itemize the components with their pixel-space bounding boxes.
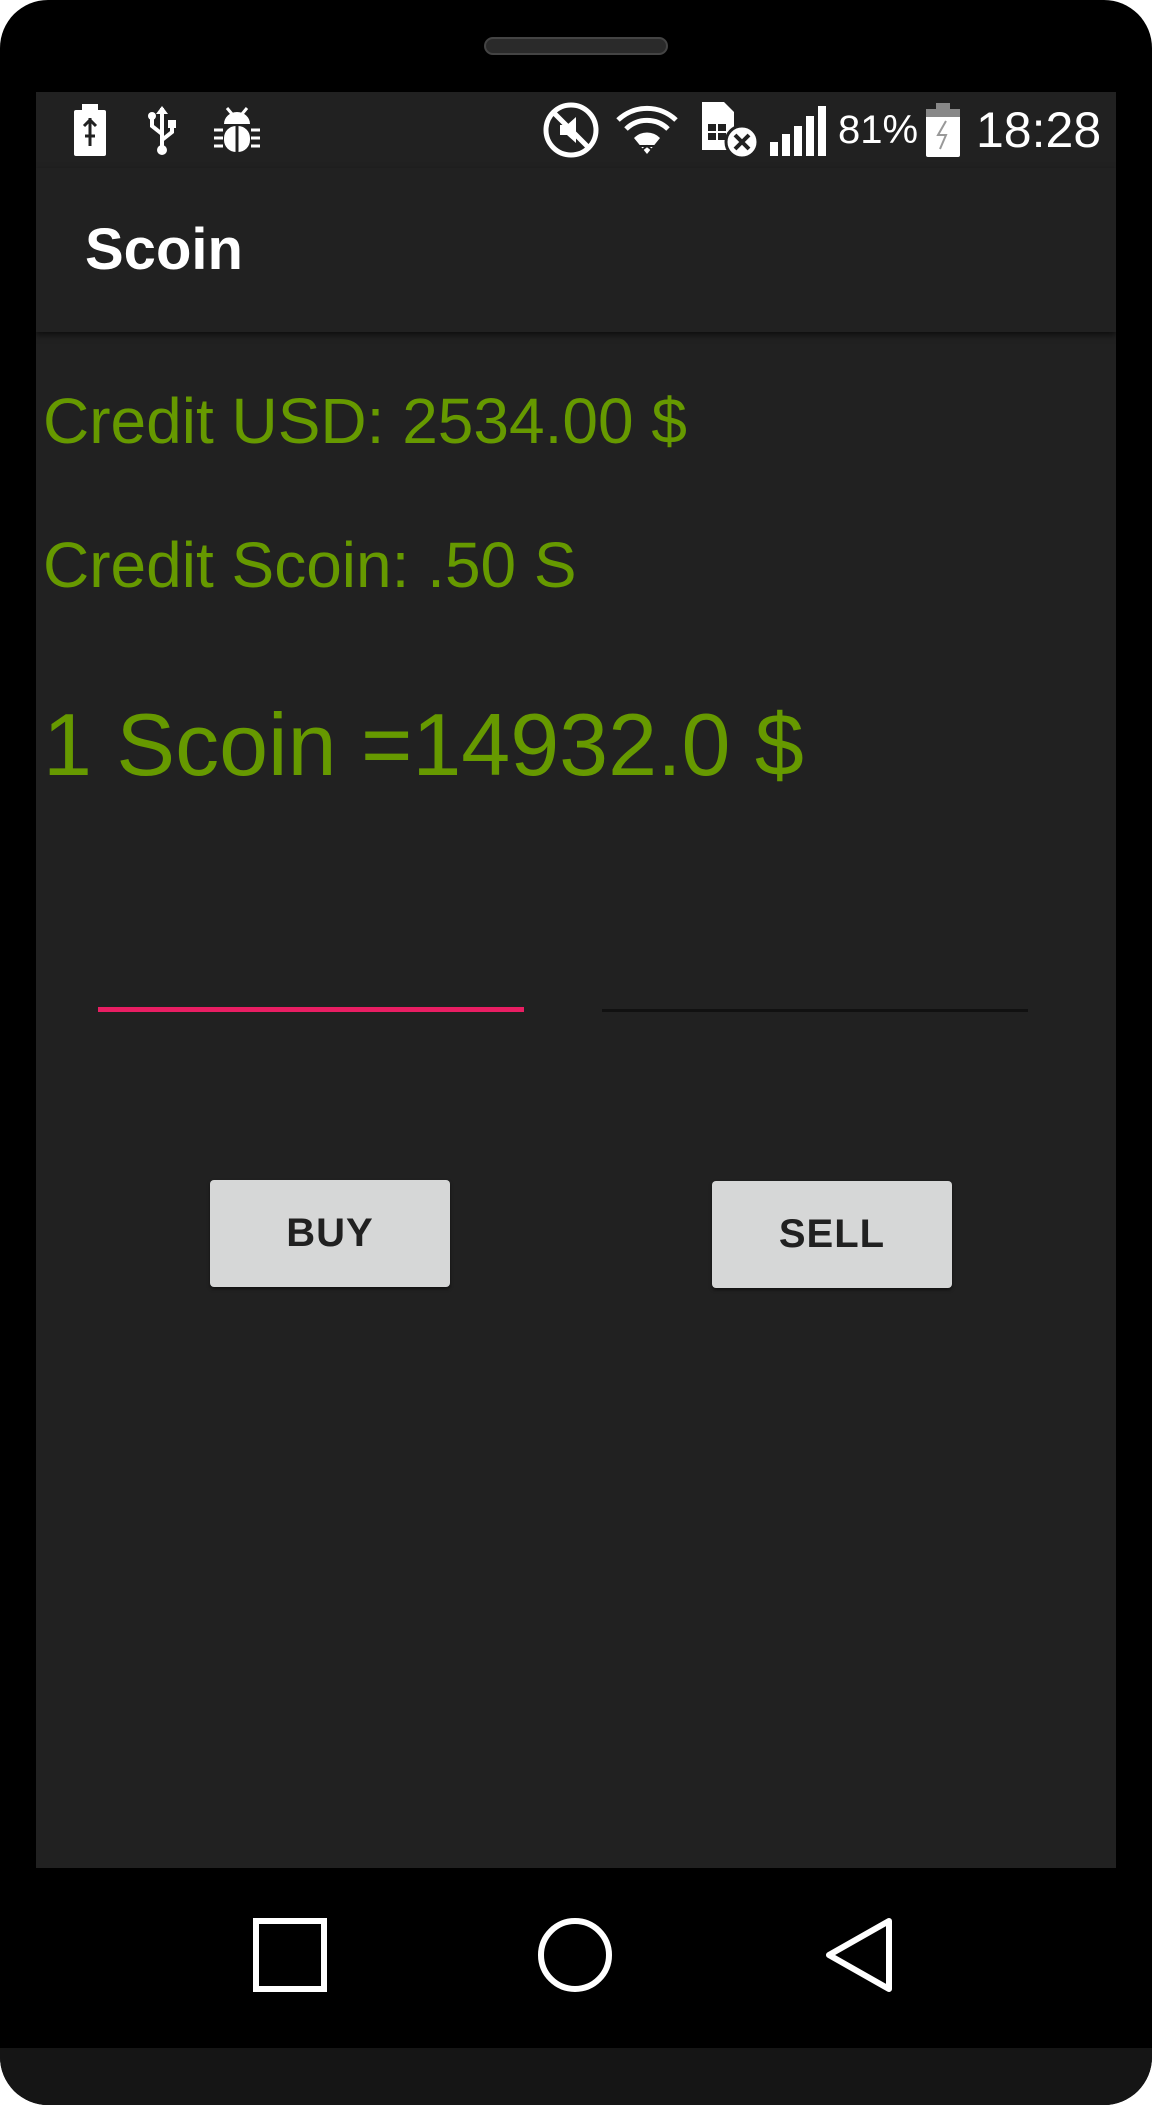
app-title: Scoin xyxy=(85,217,243,282)
debug-bug-icon xyxy=(212,102,262,158)
exchange-rate-label: 1 Scoin =14932.0 $ xyxy=(43,695,804,794)
navigation-bar xyxy=(0,1868,1152,2048)
recents-square-icon[interactable] xyxy=(245,1910,335,2000)
buy-amount-input[interactable] xyxy=(98,942,524,1012)
app-bar: Scoin xyxy=(36,168,1116,332)
back-triangle-icon[interactable] xyxy=(815,1910,905,2000)
phone-frame: 81% 18:28 Scoin Credit USD: 2534.00 $ Cr… xyxy=(0,0,1152,2105)
screen: 81% 18:28 Scoin Credit USD: 2534.00 $ Cr… xyxy=(36,92,1116,1868)
credit-usd-label: Credit USD: 2534.00 $ xyxy=(43,385,687,457)
credit-scoin-label: Credit Scoin: .50 S xyxy=(43,529,577,601)
sim-error-icon xyxy=(698,102,760,160)
wifi-icon xyxy=(614,102,680,158)
home-circle-icon[interactable] xyxy=(530,1910,620,2000)
battery-icon xyxy=(924,102,962,158)
earpiece-speaker xyxy=(484,37,668,55)
muted-icon xyxy=(542,102,600,158)
battery-charging-icon xyxy=(72,102,108,158)
buy-button[interactable]: BUY xyxy=(210,1180,450,1287)
phone-bottom-bezel xyxy=(0,2048,1152,2105)
main-content: Credit USD: 2534.00 $ Credit Scoin: .50 … xyxy=(36,332,1116,1868)
status-bar: 81% 18:28 xyxy=(36,92,1116,168)
sell-button[interactable]: SELL xyxy=(712,1181,952,1288)
battery-percent: 81% xyxy=(838,108,919,152)
sell-amount-input[interactable] xyxy=(602,942,1028,1012)
signal-icon xyxy=(768,102,832,158)
clock: 18:28 xyxy=(976,102,1102,158)
usb-icon xyxy=(144,102,180,158)
